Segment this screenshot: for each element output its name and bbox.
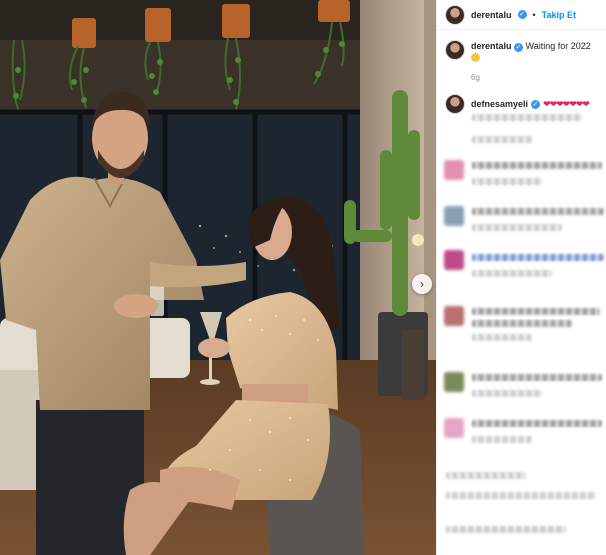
blurred-comment xyxy=(444,250,604,290)
photo-image xyxy=(0,0,436,555)
blurred-text xyxy=(446,526,566,533)
blurred-text xyxy=(472,136,532,143)
blurred-comment xyxy=(444,520,604,550)
blurred-text xyxy=(472,254,604,261)
carousel-next-button[interactable]: › xyxy=(412,274,432,294)
blurred-text xyxy=(446,492,596,499)
post-header: derentalu ✓ • Takip Et xyxy=(437,0,606,30)
blurred-comment xyxy=(444,372,604,412)
post-photo[interactable]: › xyxy=(0,0,436,555)
blurred-text xyxy=(472,114,582,121)
comment-avatar[interactable] xyxy=(445,94,465,114)
blurred-text xyxy=(472,208,604,215)
author-avatar[interactable] xyxy=(445,4,465,25)
comment-line: defnesamyeli ✓ ❤❤❤❤❤❤❤ xyxy=(471,94,590,114)
blurred-text xyxy=(472,436,532,443)
comment-item: defnesamyeli ✓ ❤❤❤❤❤❤❤ xyxy=(437,94,606,114)
blurred-comment xyxy=(444,306,604,346)
blurred-text xyxy=(472,308,600,315)
blurred-avatar xyxy=(444,372,464,392)
caption-username[interactable]: derentalu xyxy=(471,41,512,51)
verified-badge-icon: ✓ xyxy=(517,10,527,19)
smiling-face-emoji-icon xyxy=(471,53,480,62)
comment-username[interactable]: defnesamyeli xyxy=(471,98,528,110)
chevron-right-icon: › xyxy=(420,277,424,291)
blurred-comment xyxy=(444,206,604,246)
caption-avatar[interactable] xyxy=(445,40,465,60)
blurred-text xyxy=(472,374,602,381)
blurred-text xyxy=(472,390,542,397)
blurred-comment xyxy=(444,160,604,200)
blurred-comment xyxy=(444,470,604,510)
post-caption: derentalu ✓ Waiting for 2022 6g xyxy=(437,30,606,82)
caption-timestamp[interactable]: 6g xyxy=(471,73,598,82)
blurred-text xyxy=(472,334,532,341)
blurred-comment xyxy=(444,418,604,458)
follow-button[interactable]: Takip Et xyxy=(542,10,576,20)
blurred-avatar xyxy=(444,306,464,326)
blurred-comment xyxy=(444,112,604,152)
blurred-text xyxy=(472,270,552,277)
blurred-avatar xyxy=(444,418,464,438)
verified-badge-icon: ✓ xyxy=(531,99,541,109)
blurred-avatar xyxy=(444,206,464,226)
header-separator: • xyxy=(532,9,536,20)
caption-line: derentalu ✓ Waiting for 2022 xyxy=(471,40,598,64)
blurred-text xyxy=(472,320,572,327)
caption-text: Waiting for 2022 xyxy=(525,41,591,51)
blurred-text xyxy=(472,420,602,427)
blurred-text xyxy=(472,224,562,231)
author-username[interactable]: derentalu xyxy=(471,10,512,20)
comment-text: ❤❤❤❤❤❤❤ xyxy=(543,99,590,109)
blurred-avatar xyxy=(444,160,464,180)
blurred-avatar xyxy=(444,250,464,270)
verified-badge-icon: ✓ xyxy=(514,43,524,52)
blurred-text xyxy=(472,178,542,185)
blurred-text xyxy=(472,162,602,169)
blurred-text xyxy=(446,472,526,479)
